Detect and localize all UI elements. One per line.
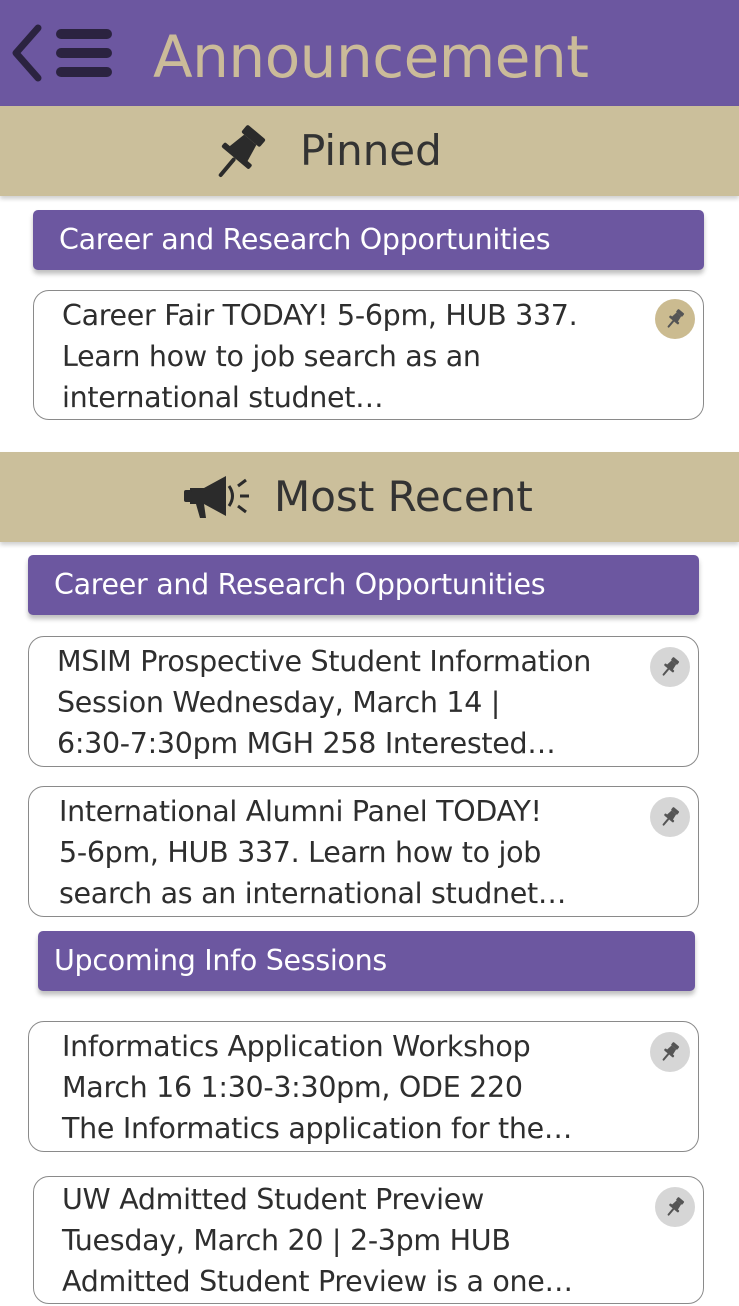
pinned-section-label: Pinned — [300, 126, 442, 175]
announcement-text: International Alumni Panel TODAY! 5-6pm,… — [59, 791, 659, 914]
pin-toggle-button[interactable] — [655, 1187, 695, 1227]
category-label: Career and Research Opportunities — [54, 568, 546, 601]
announcement-card[interactable]: UW Admitted Student Preview Tuesday, Mar… — [33, 1176, 704, 1304]
announcement-text: Informatics Application Workshop March 1… — [62, 1026, 662, 1149]
announcement-line: Tuesday, March 20 | 2-3pm HUB — [62, 1224, 511, 1257]
announcement-line: MSIM Prospective Student Information — [57, 645, 592, 678]
megaphone-icon — [182, 468, 252, 529]
category-header-info-sessions[interactable]: Upcoming Info Sessions — [38, 931, 695, 991]
announcement-card[interactable]: Career Fair TODAY! 5-6pm, HUB 337. Learn… — [33, 290, 704, 420]
announcement-text: Career Fair TODAY! 5-6pm, HUB 337. Learn… — [62, 295, 662, 418]
pushpin-icon — [662, 807, 680, 826]
announcement-line: Informatics Application Workshop — [62, 1030, 531, 1063]
pinned-section-header: Pinned — [0, 106, 739, 196]
pin-toggle-button[interactable] — [650, 1032, 690, 1072]
pushpin-icon — [667, 309, 685, 328]
category-header-career[interactable]: Career and Research Opportunities — [33, 210, 704, 270]
announcement-line: search as an international studnet… — [59, 877, 567, 910]
chevron-left-icon — [12, 24, 42, 82]
pushpin-icon — [208, 120, 272, 189]
announcement-card[interactable]: International Alumni Panel TODAY! 5-6pm,… — [28, 786, 699, 917]
category-label: Career and Research Opportunities — [59, 223, 551, 256]
announcement-line: international studnet… — [62, 381, 384, 414]
announcement-card[interactable]: Informatics Application Workshop March 1… — [28, 1021, 699, 1152]
announcement-line: Admitted Student Preview is a one… — [62, 1265, 573, 1298]
announcement-line: Learn how to job search as an — [62, 340, 481, 373]
category-label: Upcoming Info Sessions — [54, 944, 387, 977]
back-button[interactable] — [8, 22, 48, 84]
menu-button[interactable] — [54, 26, 114, 80]
pin-toggle-button[interactable] — [655, 299, 695, 339]
pin-toggle-button[interactable] — [650, 797, 690, 837]
recent-section-label: Most Recent — [274, 472, 533, 521]
announcement-line: March 16 1:30-3:30pm, ODE 220 — [62, 1071, 523, 1104]
page-title: Announcement — [153, 23, 589, 91]
announcement-line: Session Wednesday, March 14 | — [57, 686, 501, 719]
announcement-text: MSIM Prospective Student Information Ses… — [57, 641, 657, 764]
pushpin-icon — [662, 657, 680, 676]
announcement-line: 5-6pm, HUB 337. Learn how to job — [59, 836, 542, 869]
announcement-line: 6:30-7:30pm MGH 258 Interested… — [57, 727, 556, 760]
pushpin-icon — [662, 1042, 680, 1061]
announcement-line: International Alumni Panel TODAY! — [59, 795, 542, 828]
pin-toggle-button[interactable] — [650, 647, 690, 687]
recent-section-header: Most Recent — [0, 452, 739, 542]
hamburger-menu-icon — [56, 29, 112, 77]
announcement-line: UW Admitted Student Preview — [62, 1183, 484, 1216]
category-header-career[interactable]: Career and Research Opportunities — [28, 555, 699, 615]
announcement-line: Career Fair TODAY! 5-6pm, HUB 337. — [62, 299, 578, 332]
app-header: Announcement — [0, 0, 739, 106]
pushpin-icon — [667, 1197, 685, 1216]
announcement-line: The Informatics application for the… — [62, 1112, 573, 1145]
announcement-text: UW Admitted Student Preview Tuesday, Mar… — [62, 1179, 662, 1302]
announcement-card[interactable]: MSIM Prospective Student Information Ses… — [28, 636, 699, 767]
